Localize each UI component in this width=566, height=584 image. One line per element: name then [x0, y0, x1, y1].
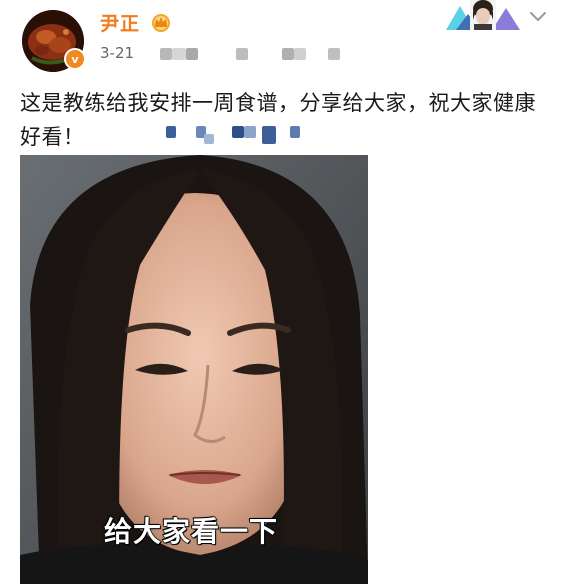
video-thumbnail[interactable]: 给大家看一下: [20, 155, 368, 584]
post-body-text: 这是教练给我安排一周食谱，分享给大家，祝大家健康好看！: [20, 91, 536, 149]
chevron-down-icon[interactable]: [528, 6, 548, 26]
user-avatar[interactable]: v: [22, 10, 86, 72]
video-caption: 给大家看一下: [103, 514, 279, 548]
verified-badge-icon: v: [64, 48, 86, 70]
username[interactable]: 尹正: [100, 9, 140, 36]
crown-icon: [152, 14, 170, 32]
profile-thumbnail-icon[interactable]: [446, 0, 520, 30]
post-time: 3-21: [100, 44, 135, 62]
